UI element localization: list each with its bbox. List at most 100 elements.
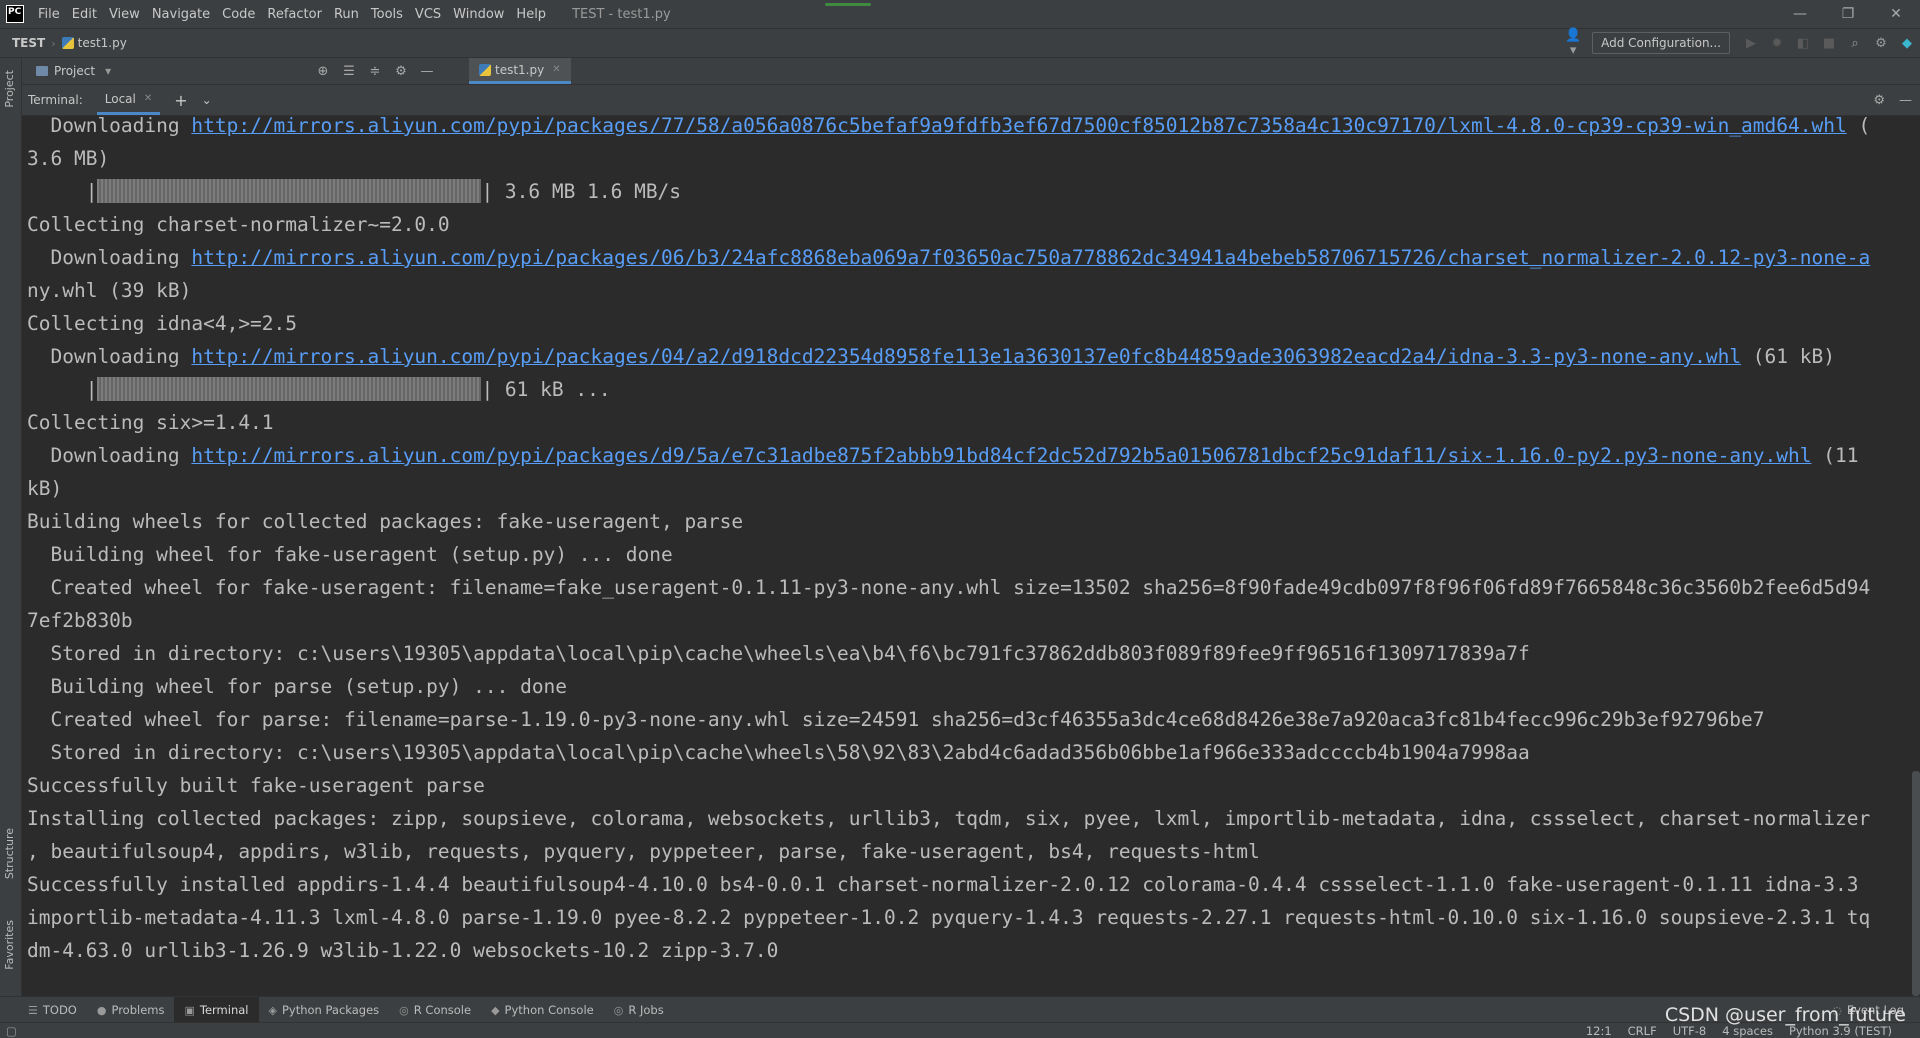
layout-icon[interactable]: ▢ — [6, 1024, 17, 1038]
restore-button[interactable]: ❐ — [1824, 0, 1872, 28]
favorites-tool-button[interactable]: Favorites — [3, 920, 16, 970]
terminal-line: Created wheel for fake-useragent: filena… — [27, 576, 1871, 599]
package-link[interactable]: http://mirrors.aliyun.com/pypi/packages/… — [191, 444, 1811, 467]
jetbrains-logo-icon[interactable]: ◆ — [1896, 36, 1918, 51]
terminal-line: Collecting six>=1.4.1 — [27, 411, 274, 434]
breadcrumb-project[interactable]: TEST — [12, 36, 45, 50]
tool-tab-label: Python Packages — [281, 1003, 380, 1017]
gear-icon[interactable]: ⚙ — [1873, 93, 1885, 108]
terminal-line: 7ef2b830b — [27, 609, 133, 632]
package-link[interactable]: http://mirrors.aliyun.com/pypi/packages/… — [191, 345, 1741, 368]
terminal-header-actions: ⚙ — — [1859, 85, 1912, 115]
package-link[interactable]: http://mirrors.aliyun.com/pypi/packages/… — [191, 246, 1870, 269]
file-encoding[interactable]: UTF-8 — [1673, 1024, 1707, 1038]
terminal-line: importlib-metadata-4.11.3 lxml-4.8.0 par… — [27, 906, 1871, 929]
terminal-text: | 61 kB ... — [481, 378, 611, 401]
tool-tab-terminal[interactable]: ▣ Terminal — [174, 997, 259, 1023]
hide-icon[interactable]: — — [1899, 93, 1912, 108]
new-terminal-button[interactable]: + — [174, 91, 187, 110]
close-button[interactable]: ✕ — [1872, 0, 1920, 28]
terminal-tab-local[interactable]: Local ✕ — [96, 85, 161, 115]
tool-tab-python-packages[interactable]: ◈ Python Packages — [259, 997, 390, 1023]
python-file-icon — [61, 37, 74, 49]
close-tab-icon[interactable]: ✕ — [552, 64, 560, 75]
terminal-line: Building wheel for fake-useragent (setup… — [27, 543, 673, 566]
menu-help[interactable]: Help — [510, 7, 552, 22]
project-toolbar: Project ▾ ⊕ ☰ ≑ ⚙ — test1.py ✕ — [22, 58, 1920, 85]
terminal-line: Downloading http://mirrors.aliyun.com/py… — [27, 241, 1870, 274]
caret-position[interactable]: 12:1 — [1586, 1024, 1612, 1038]
terminal-text: | 3.6 MB 1.6 MB/s — [481, 180, 682, 203]
python-interpreter[interactable]: Python 3.9 (TEST) — [1789, 1024, 1892, 1038]
chevron-down-icon[interactable]: ⌄ — [202, 93, 212, 107]
search-icon[interactable]: ⌕ — [1844, 36, 1866, 51]
project-tool-button[interactable]: Project — [3, 70, 16, 108]
user-icon[interactable]: 👤▾ — [1562, 28, 1584, 58]
download-progress-bar — [97, 178, 482, 203]
breadcrumb-file[interactable]: test1.py — [78, 36, 127, 50]
tool-tab-label: Terminal — [199, 1003, 249, 1017]
add-configuration-button[interactable]: Add Configuration... — [1592, 32, 1730, 54]
tool-tab-problems[interactable]: ● Problems — [87, 997, 175, 1023]
close-tab-icon[interactable]: ✕ — [144, 93, 152, 104]
terminal-output[interactable]: Downloading http://mirrors.aliyun.com/py… — [22, 116, 1920, 996]
terminal-line: kB) — [27, 477, 63, 500]
terminal-line: Stored in directory: c:\users\19305\appd… — [27, 741, 1530, 764]
menu-edit[interactable]: Edit — [66, 7, 103, 22]
stop-icon[interactable]: ■ — [1818, 36, 1840, 51]
terminal-text: (61 kB) — [1741, 345, 1835, 368]
tool-tab-label: Problems — [111, 1003, 165, 1017]
navigation-bar: TEST › test1.py 👤▾ Add Configuration... … — [0, 28, 1920, 58]
menu-run[interactable]: Run — [328, 7, 365, 22]
tool-tab-label: TODO — [42, 1003, 77, 1017]
menu-navigate[interactable]: Navigate — [146, 7, 216, 22]
background-task-indicator — [825, 3, 871, 6]
pycharm-logo-icon: PC — [6, 5, 24, 23]
project-view-selector[interactable]: Project ▾ — [36, 64, 111, 78]
structure-tool-button[interactable]: Structure — [3, 828, 16, 879]
gear-icon[interactable]: ⚙ — [388, 64, 414, 79]
line-separator[interactable]: CRLF — [1628, 1024, 1657, 1038]
menu-vcs[interactable]: VCS — [409, 7, 447, 22]
tool-tab-python-console[interactable]: ◆ Python Console — [481, 997, 604, 1023]
tool-tab-icon: ▣ — [184, 1003, 195, 1017]
collapse-all-icon[interactable]: ≑ — [362, 64, 388, 79]
window-controls: — ❐ ✕ — [1776, 0, 1920, 28]
package-link[interactable]: http://mirrors.aliyun.com/pypi/packages/… — [191, 116, 1846, 137]
terminal-line: Downloading http://mirrors.aliyun.com/py… — [27, 439, 1858, 472]
indentation[interactable]: 4 spaces — [1722, 1024, 1773, 1038]
minimize-button[interactable]: — — [1776, 0, 1824, 28]
terminal-scrollbar[interactable] — [1912, 771, 1920, 996]
menu-code[interactable]: Code — [216, 7, 261, 22]
locate-icon[interactable]: ⊕ — [310, 64, 336, 79]
tool-tab-todo[interactable]: ☰ TODO — [18, 997, 87, 1023]
menu-refactor[interactable]: Refactor — [261, 7, 328, 22]
hide-icon[interactable]: — — [414, 64, 440, 79]
terminal-text: | — [27, 180, 98, 203]
tool-tab-r-jobs[interactable]: ◎ R Jobs — [604, 997, 674, 1023]
menu-tools[interactable]: Tools — [365, 7, 409, 22]
tool-tab-label: R Jobs — [628, 1003, 664, 1017]
terminal-text: ( — [1846, 116, 1871, 137]
terminal-line: Successfully installed appdirs-1.4.4 bea… — [27, 873, 1859, 896]
debug-icon[interactable]: ✹ — [1766, 36, 1788, 51]
terminal-line: Building wheels for collected packages: … — [27, 510, 744, 533]
menu-window[interactable]: Window — [447, 7, 510, 22]
coverage-icon[interactable]: ◧ — [1792, 36, 1814, 51]
menu-file[interactable]: File — [32, 7, 66, 22]
run-icon[interactable]: ▶ — [1740, 36, 1762, 51]
terminal-line: Downloading http://mirrors.aliyun.com/py… — [27, 116, 1870, 142]
chevron-down-icon: ▾ — [105, 64, 112, 78]
menu-view[interactable]: View — [103, 7, 146, 22]
terminal-line: Collecting idna<4,>=2.5 — [27, 312, 298, 335]
settings-icon[interactable]: ⚙ — [1870, 36, 1892, 51]
terminal-text: Downloading — [27, 345, 192, 368]
tool-tab-icon: ◎ — [613, 1003, 624, 1017]
terminal-text: (11 — [1811, 444, 1859, 467]
terminal-line: Successfully built fake-useragent parse — [27, 774, 485, 797]
editor-tab-test1[interactable]: test1.py ✕ — [469, 58, 571, 84]
terminal-line: ny.whl (39 kB) — [27, 279, 192, 302]
breadcrumb-separator-icon: › — [51, 36, 56, 50]
tool-tab-r-console[interactable]: ◎ R Console — [389, 997, 481, 1023]
expand-all-icon[interactable]: ☰ — [336, 64, 362, 79]
